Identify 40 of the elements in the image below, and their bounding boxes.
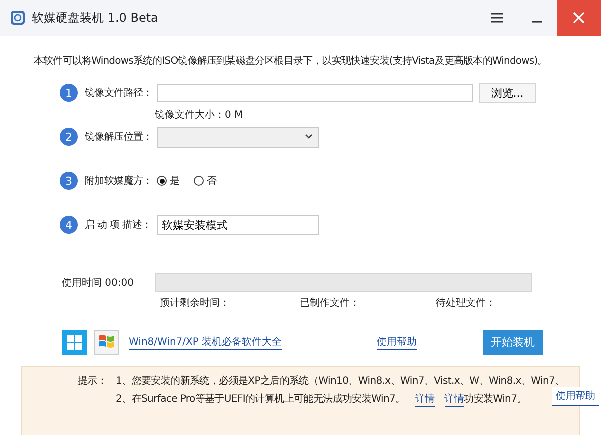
field-label: 镜像解压位置：	[85, 130, 154, 144]
details-link[interactable]: 详情	[415, 392, 435, 407]
windows-flag-icon[interactable]	[94, 330, 119, 355]
close-button[interactable]	[557, 0, 601, 36]
step-number-badge: 2	[60, 128, 78, 146]
field-label: 镜像文件路径：	[85, 86, 154, 100]
windows-logo-icon[interactable]	[62, 330, 87, 355]
stat-label: 预计剩余时间：	[160, 296, 231, 310]
minimize-icon	[532, 21, 542, 23]
tips-label: 提示：	[78, 375, 108, 389]
stat-label: 待处理文件：	[436, 296, 496, 310]
tip-text: 1、您要安装的新系统，必须是XP之后的系统（Win10、Win8.x、Win7、Vist.x、W、Win8.x、Win7、	[116, 374, 565, 388]
radio-option[interactable]: 否	[194, 174, 217, 188]
step-number-badge: 4	[60, 216, 78, 234]
tip-text: 2、在Surface Pro等基于UEFI的计算机上可能无法成功安装Win7。	[116, 392, 406, 407]
close-icon	[573, 12, 585, 24]
details-link[interactable]: 详情	[444, 392, 464, 407]
field-label: 启 动 项 描述：	[85, 218, 153, 232]
file-path-field[interactable]	[157, 84, 473, 102]
start-install-button[interactable]: 开始装机	[483, 330, 544, 355]
radio-option[interactable]: 是	[157, 174, 180, 188]
size-label: 镜像文件大小：	[155, 108, 225, 122]
stat-label: 已制作文件：	[300, 296, 361, 310]
chevron-down-icon	[305, 134, 313, 140]
step-number-badge: 3	[60, 172, 78, 190]
window-title: 软媒硬盘装机 1.0 Beta	[32, 10, 160, 26]
browse-button[interactable]: 浏览...	[479, 83, 536, 103]
app-icon	[10, 10, 26, 26]
software-link[interactable]: Win8/Win7/XP 装机必备软件大全	[129, 335, 282, 350]
elapsed-time-text: 使用时间 00:00	[62, 276, 135, 290]
tip-text: 功安装Win7。	[464, 392, 527, 407]
step-number-badge: 1	[60, 84, 78, 102]
help-link[interactable]: 使用帮助	[552, 387, 599, 406]
field-label: 附加软媒魔方：	[85, 174, 154, 188]
menu-icon	[490, 12, 504, 24]
description-field[interactable]: 软媒安装模式	[157, 215, 319, 235]
dropdown-field[interactable]	[157, 126, 319, 148]
size-value: 0 M	[225, 110, 244, 120]
help-link[interactable]: 使用帮助	[377, 335, 418, 350]
description-text: 本软件可以将Windows系统的ISO镜像解压到某磁盘分区根目录下，以实现快速安装(支持Vista及更高版本的Windows)。	[34, 56, 548, 67]
